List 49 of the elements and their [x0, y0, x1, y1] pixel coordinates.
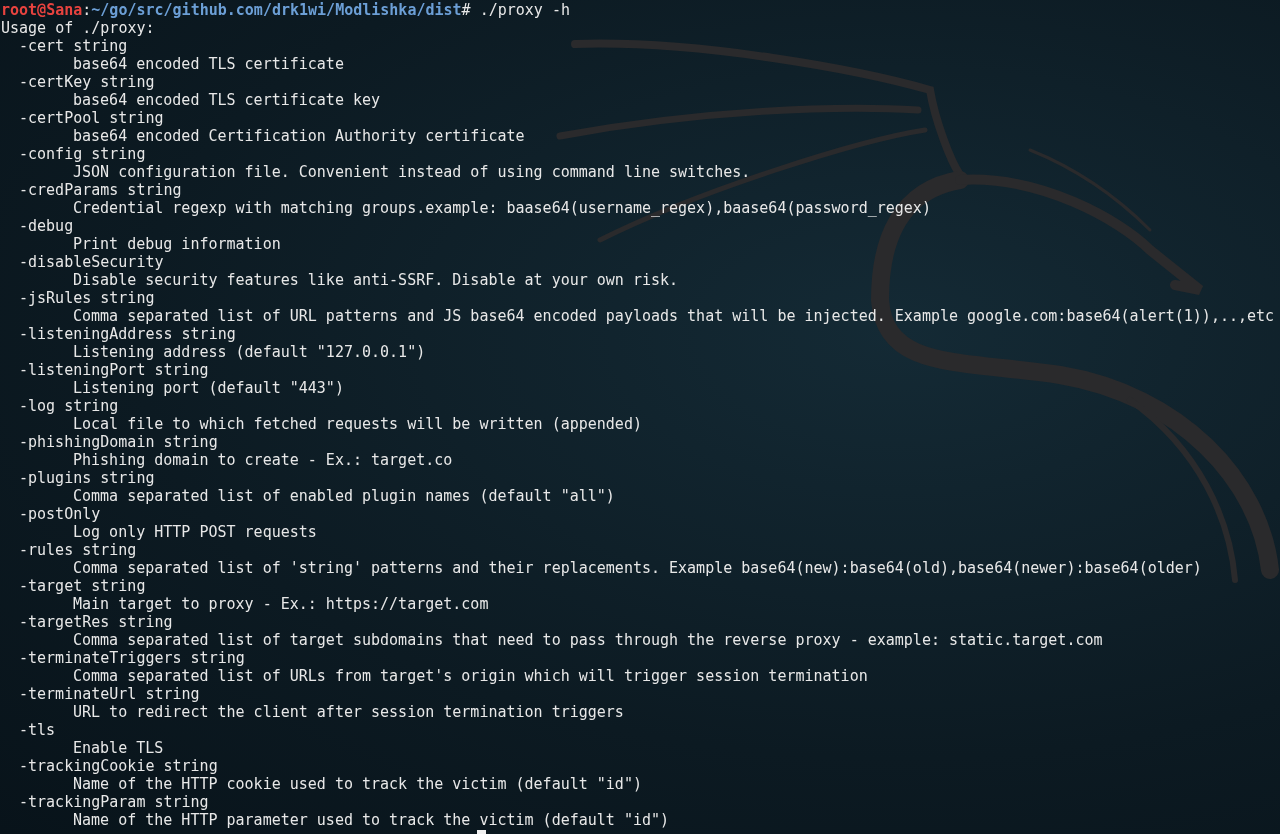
option-description-text: Name of the HTTP parameter used to track the victim (default "id") [73, 811, 670, 829]
option-name-text: -certKey string [19, 73, 155, 91]
option-name-text: -trackingParam string [19, 793, 209, 811]
option-description-text: Name of the HTTP cookie used to track the victim (default "id") [73, 775, 642, 793]
option-name-text: -terminateUrl string [19, 685, 200, 703]
option-name-text: -plugins string [19, 469, 155, 487]
option-name-text: -postOnly [19, 505, 101, 523]
option-name-text: -rules string [19, 541, 137, 559]
option-name-text: -disableSecurity [19, 253, 164, 271]
option-description-text: Comma separated list of URL patterns and JS base64 encoded payloads that will be injected. Example google.com:base64(alert(1)),..,etc [73, 307, 1275, 325]
option-name-text: -jsRules string [19, 289, 155, 307]
option-name-text: -phishingDomain string [19, 433, 218, 451]
option-name-text: -trackingCookie string [19, 757, 218, 775]
option-name-text: -listeningPort string [19, 361, 209, 379]
option-description-text: Comma separated list of enabled plugin names (default "all") [73, 487, 615, 505]
option-name-text: -credParams string [19, 181, 182, 199]
option-description-text: Print debug information [73, 235, 281, 253]
option-description-text: Enable TLS [73, 739, 164, 757]
option-description-text: Phishing domain to create - Ex.: target.co [73, 451, 453, 469]
option-description-text: JSON configuration file. Convenient instead of using command line switches. [73, 163, 751, 181]
prompt-user-host: root@Sana [1, 1, 83, 19]
option-description-text: Listening port (default "443") [73, 379, 344, 397]
prompt-separator: : [82, 1, 92, 19]
option-name-text: -certPool string [19, 109, 164, 127]
option-name-text: -targetRes string [19, 613, 173, 631]
option-description-text: Listening address (default "127.0.0.1") [73, 343, 426, 361]
command-text: # ./proxy -h [461, 1, 570, 19]
option-name-text: -debug [19, 217, 74, 235]
option-description-text: Main target to proxy - Ex.: https://target.com [73, 595, 489, 613]
option-name-text: -tls [19, 721, 56, 739]
option-name-text: -target string [19, 577, 146, 595]
option-name-text: -log string [19, 397, 119, 415]
option-description-text: Comma separated list of 'string' patterns and their replacements. Example base64(new):base64(old),base64(newer):base64(older) [73, 559, 1202, 577]
option-description-text: Comma separated list of URLs from target's origin which will trigger session termination [73, 667, 868, 685]
option-description-text: base64 encoded TLS certificate [73, 55, 344, 73]
option-name-text: -config string [19, 145, 146, 163]
option-description-text: Disable security features like anti-SSRF. Disable at your own risk. [73, 271, 679, 289]
option-name-text: -terminateTriggers string [19, 649, 245, 667]
option-description-text: URL to redirect the client after session termination triggers [73, 703, 624, 721]
option-description-text: Log only HTTP POST requests [73, 523, 317, 541]
option-description-text: base64 encoded Certification Authority certificate [73, 127, 525, 145]
option-name-text: -listeningAddress string [19, 325, 236, 343]
option-description-text: Local file to which fetched requests will be written (appended) [73, 415, 642, 433]
option-name-text: -cert string [19, 37, 128, 55]
usage-text: Usage of ./proxy: [1, 19, 155, 37]
option-description-text: base64 encoded TLS certificate key [73, 91, 381, 109]
option-description-text: Credential regexp with matching groups.example: baase64(username_regex),baase64(password_regex) [73, 199, 931, 217]
option-description-text: Comma separated list of target subdomains that need to pass through the reverse proxy - example: static.target.com [73, 631, 1103, 649]
prompt-path: ~/go/src/github.com/drk1wi/Modlishka/dist [91, 1, 462, 19]
